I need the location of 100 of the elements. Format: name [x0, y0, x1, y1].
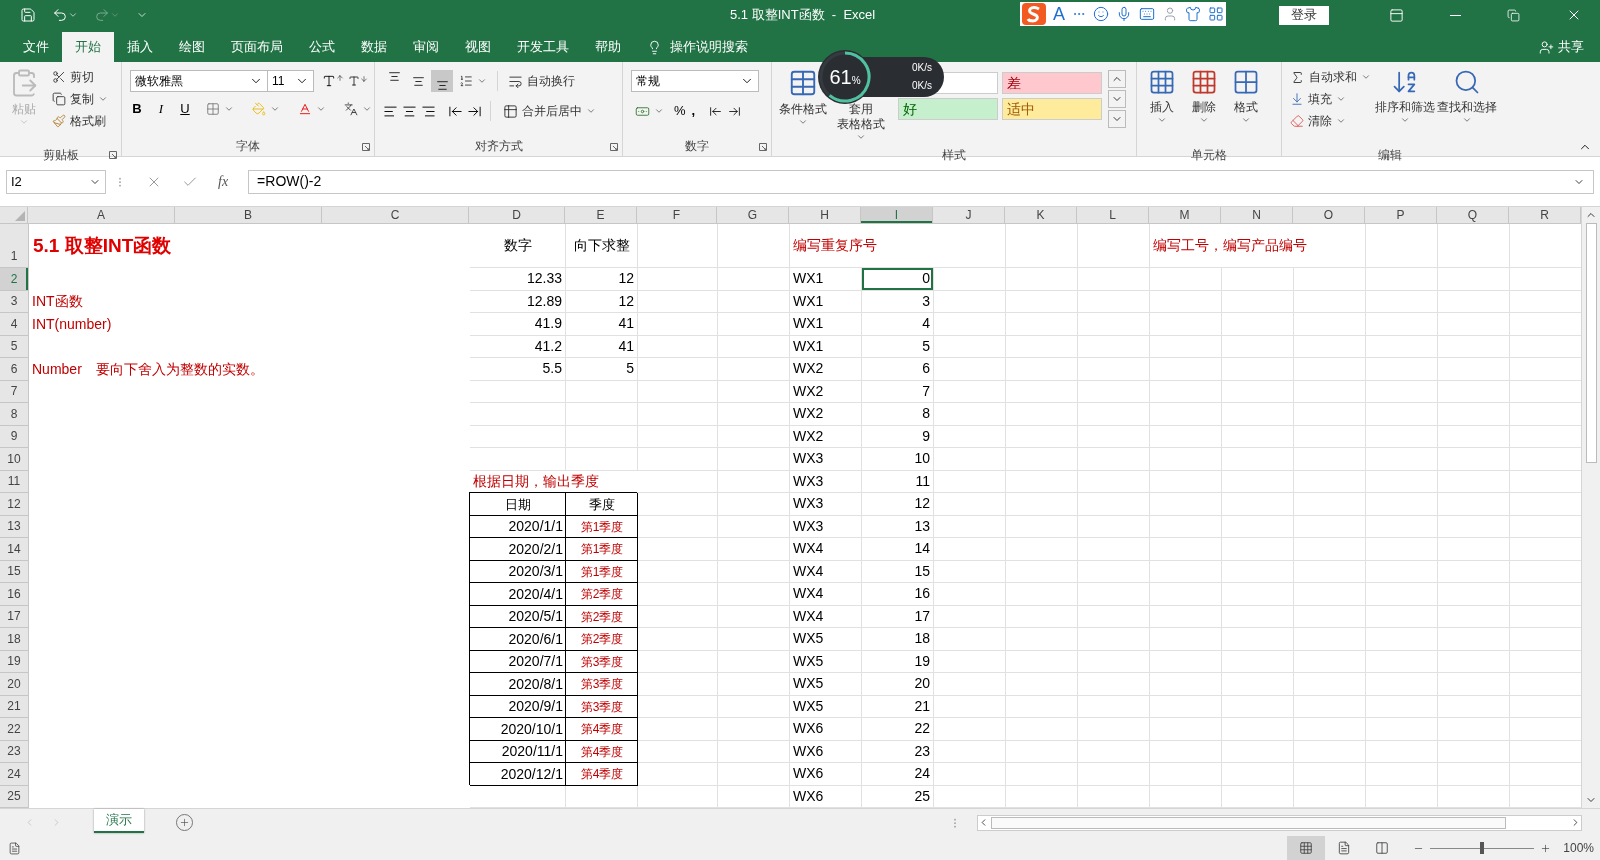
login-button[interactable]: 登录	[1279, 5, 1329, 25]
ribbon-tab[interactable]: 开始	[62, 32, 114, 62]
row-header[interactable]: 10	[0, 448, 29, 471]
row-header[interactable]: 13	[0, 515, 29, 538]
copy-button[interactable]: 复制	[48, 88, 112, 110]
formula-input[interactable]: =ROW()-2	[248, 169, 1594, 194]
row-header[interactable]: 5	[0, 335, 29, 358]
column-header[interactable]: C	[322, 207, 469, 223]
zoom-level[interactable]: 100%	[1563, 839, 1594, 857]
scroll-thumb[interactable]	[1585, 223, 1597, 463]
insert-cells-button[interactable]: 插入	[1141, 66, 1183, 146]
column-header[interactable]: N	[1221, 207, 1293, 223]
font-name-dropdown[interactable]: 微软雅黑	[130, 70, 268, 92]
column-header[interactable]: F	[637, 207, 717, 223]
row-header[interactable]: 9	[0, 425, 29, 448]
column-header[interactable]: M	[1149, 207, 1221, 223]
column-header[interactable]: E	[565, 207, 637, 223]
restore-button[interactable]	[1507, 8, 1520, 22]
row-header[interactable]: 18	[0, 628, 29, 651]
row-header[interactable]: 6	[0, 358, 29, 381]
save-button[interactable]	[20, 7, 36, 23]
cell-style-swatch[interactable]: 好	[898, 98, 998, 120]
row-header[interactable]: 15	[0, 560, 29, 583]
row-header[interactable]: 21	[0, 695, 29, 718]
comma-button[interactable]: ,	[691, 101, 696, 121]
percent-button[interactable]: %	[674, 101, 686, 121]
row-header[interactable]: 25	[0, 785, 29, 808]
vertical-scrollbar[interactable]	[1581, 207, 1600, 808]
column-header[interactable]: L	[1077, 207, 1149, 223]
row-header[interactable]: 19	[0, 650, 29, 673]
column-header[interactable]: J	[933, 207, 1005, 223]
column-header[interactable]: K	[1005, 207, 1077, 223]
row-header[interactable]: 8	[0, 403, 29, 426]
row-header[interactable]: 12	[0, 493, 29, 516]
row-header[interactable]: 22	[0, 718, 29, 741]
row-header[interactable]: 14	[0, 538, 29, 561]
conditional-format-button[interactable]: 条件格式	[776, 66, 830, 146]
fill-button[interactable]: 填充	[1286, 88, 1374, 110]
column-header[interactable]: D	[469, 207, 565, 223]
row-header[interactable]: 2	[0, 268, 29, 291]
ribbon-tab[interactable]: 插入	[114, 32, 166, 62]
sort-filter-button[interactable]: 排序和筛选	[1374, 66, 1436, 146]
ribbon-tab[interactable]: 数据	[348, 32, 400, 62]
font-style-button[interactable]: U	[178, 99, 192, 119]
cell-style-swatch[interactable]: 适中	[1002, 98, 1102, 120]
ribbon-tab[interactable]: 开发工具	[504, 32, 582, 62]
format-cells-button[interactable]: 格式	[1225, 66, 1267, 146]
merge-center-button[interactable]: 合并后居中	[499, 100, 600, 122]
row-header[interactable]: 16	[0, 583, 29, 606]
format-painter-button[interactable]: 格式刷	[48, 110, 112, 132]
vertical-align-button[interactable]	[431, 70, 453, 92]
cell-style-swatch[interactable]: 差	[1002, 72, 1102, 94]
dialog-launcher-icon[interactable]	[610, 143, 618, 151]
insert-function-button[interactable]: fx	[218, 171, 229, 192]
sheet-tab[interactable]: 演示	[94, 809, 144, 833]
row-header[interactable]: 11	[0, 470, 29, 493]
increase-font-button[interactable]	[322, 74, 344, 88]
zoom-slider[interactable]	[1430, 842, 1535, 854]
dialog-launcher-icon[interactable]	[759, 143, 767, 151]
clear-button[interactable]: 清除	[1286, 110, 1374, 132]
column-header[interactable]: I	[861, 207, 933, 223]
row-header[interactable]: 1	[0, 224, 29, 268]
number-format-dropdown[interactable]: 常规	[631, 70, 759, 92]
scroll-up-button[interactable]	[1108, 70, 1126, 88]
font-style-button[interactable]: B	[130, 99, 144, 119]
scroll-down-button[interactable]	[1108, 90, 1126, 108]
scroll-thumb[interactable]	[991, 816, 1506, 829]
column-header[interactable]: P	[1365, 207, 1437, 223]
find-select-button[interactable]: 查找和选择	[1436, 66, 1498, 146]
ribbon-tab[interactable]: 公式	[296, 32, 348, 62]
row-header[interactable]: 3	[0, 290, 29, 313]
font-style-button[interactable]: I	[154, 99, 168, 119]
ribbon-tab[interactable]: 审阅	[400, 32, 452, 62]
dialog-launcher-icon[interactable]	[362, 143, 370, 151]
name-box[interactable]: I2	[6, 169, 106, 194]
row-header[interactable]: 17	[0, 605, 29, 628]
column-header[interactable]: Q	[1437, 207, 1509, 223]
row-header[interactable]: 7	[0, 380, 29, 403]
ribbon-display-button[interactable]	[1389, 7, 1404, 23]
view-button[interactable]	[1287, 836, 1326, 860]
ime-mode-label[interactable]: A	[1053, 5, 1065, 23]
horizontal-scrollbar[interactable]	[977, 814, 1582, 831]
row-header[interactable]: 4	[0, 313, 29, 336]
column-header[interactable]: B	[175, 207, 322, 223]
cut-button[interactable]: 剪切	[48, 66, 112, 88]
ribbon-tab[interactable]: 视图	[452, 32, 504, 62]
row-header[interactable]: 23	[0, 740, 29, 763]
ribbon-tab[interactable]: 页面布局	[218, 32, 296, 62]
zoom-in-button[interactable]	[1540, 842, 1552, 854]
dialog-launcher-icon[interactable]	[109, 151, 117, 159]
autosum-button[interactable]: 自动求和	[1286, 66, 1374, 88]
zoom-slider-thumb[interactable]	[1480, 842, 1485, 854]
row-header[interactable]: 24	[0, 763, 29, 786]
ribbon-tab[interactable]: 帮助	[582, 32, 634, 62]
ribbon-tab[interactable]: 文件	[10, 32, 62, 62]
delete-cells-button[interactable]: 删除	[1183, 66, 1225, 146]
wrap-text-button[interactable]: 自动换行	[504, 70, 579, 92]
more-styles-button[interactable]	[1108, 110, 1126, 128]
row-header[interactable]: 20	[0, 673, 29, 696]
font-size-dropdown[interactable]: 11	[268, 70, 314, 92]
